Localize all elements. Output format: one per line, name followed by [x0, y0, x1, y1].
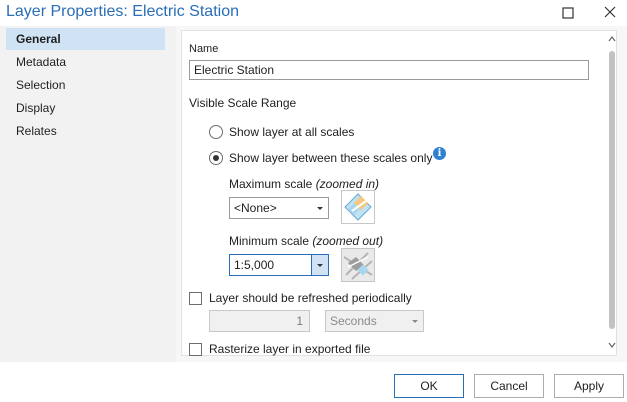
rasterize-label[interactable]: Rasterize layer in exported file	[209, 342, 370, 356]
sidebar-item-metadata[interactable]: Metadata	[6, 51, 165, 73]
title-bar: Layer Properties: Electric Station	[0, 0, 627, 26]
show-all-scales-label[interactable]: Show layer at all scales	[229, 125, 354, 139]
cancel-button[interactable]: Cancel	[474, 374, 544, 398]
maximize-icon	[562, 7, 574, 19]
info-icon[interactable]: i	[433, 147, 446, 160]
zoom-in-map-icon[interactable]	[341, 190, 375, 224]
rasterize-checkbox[interactable]	[189, 343, 202, 356]
general-panel: Name Electric Station Visible Scale Rang…	[181, 30, 617, 356]
max-scale-text: Maximum scale	[229, 177, 316, 191]
apply-button[interactable]: Apply	[554, 374, 624, 398]
show-between-scales-radio[interactable]	[209, 151, 223, 165]
sidebar-item-display[interactable]: Display	[6, 97, 165, 119]
show-between-scales-label[interactable]: Show layer between these scales only	[229, 151, 432, 165]
window-title: Layer Properties: Electric Station	[6, 3, 239, 20]
max-scale-hint: (zoomed in)	[315, 177, 380, 191]
maximize-button[interactable]	[556, 2, 580, 24]
zoom-out-map-icon[interactable]	[341, 248, 375, 282]
name-input[interactable]: Electric Station	[189, 60, 589, 80]
chevron-down-icon	[311, 255, 328, 275]
refresh-unit-dropdown[interactable]: Seconds	[325, 310, 424, 332]
refresh-interval-input[interactable]: 1	[209, 310, 310, 332]
chevron-down-icon	[311, 198, 328, 218]
ok-button[interactable]: OK	[394, 374, 464, 398]
show-all-scales-radio[interactable]	[209, 125, 223, 139]
scroll-down-icon[interactable]	[607, 339, 617, 349]
refresh-unit-value: Seconds	[330, 314, 377, 328]
scrollbar-thumb[interactable]	[609, 51, 615, 329]
sidebar-item-selection[interactable]: Selection	[6, 74, 165, 96]
sidebar-item-relates[interactable]: Relates	[6, 120, 165, 142]
min-scale-hint: (zoomed out)	[312, 234, 384, 248]
visible-scale-range-label: Visible Scale Range	[189, 96, 297, 110]
min-scale-label: Minimum scale (zoomed out)	[229, 234, 383, 248]
max-scale-dropdown[interactable]: <None>	[229, 197, 329, 219]
content-area: Name Electric Station Visible Scale Rang…	[176, 26, 627, 362]
refresh-label[interactable]: Layer should be refreshed periodically	[209, 291, 412, 305]
min-scale-text: Minimum scale	[229, 234, 313, 248]
min-scale-value: 1:5,000	[234, 258, 275, 272]
max-scale-value: <None>	[234, 201, 277, 215]
sidebar: General Metadata Selection Display Relat…	[0, 26, 176, 362]
vertical-scrollbar[interactable]	[607, 33, 617, 353]
min-scale-dropdown[interactable]: 1:5,000	[229, 254, 329, 276]
name-label: Name	[189, 43, 219, 55]
refresh-checkbox[interactable]	[189, 292, 202, 305]
scroll-up-icon[interactable]	[607, 33, 617, 43]
chevron-down-icon	[406, 311, 423, 331]
max-scale-label: Maximum scale (zoomed in)	[229, 177, 379, 191]
close-icon	[604, 6, 616, 18]
close-button[interactable]	[598, 2, 622, 24]
sidebar-item-general[interactable]: General	[6, 28, 165, 50]
